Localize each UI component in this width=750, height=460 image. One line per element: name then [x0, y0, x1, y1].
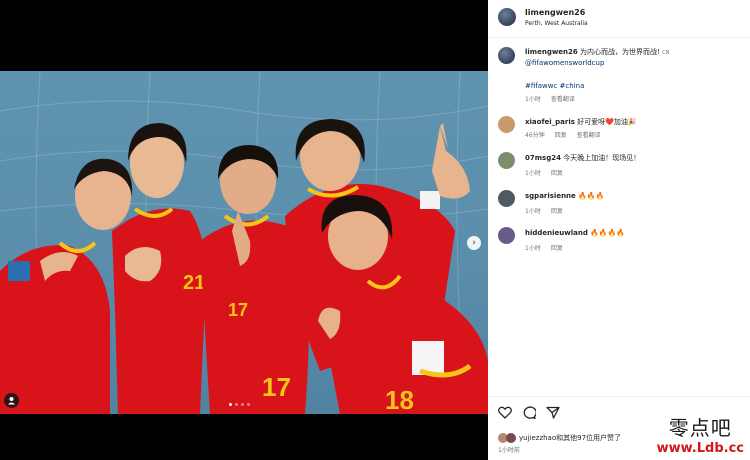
carousel-dot — [241, 403, 244, 406]
comment-username[interactable]: hiddenieuwland — [525, 229, 588, 237]
comment-text: 今天晚上加油！现场见！ — [563, 154, 641, 162]
carousel-dot — [247, 403, 250, 406]
comment-time: 1小时 — [525, 245, 541, 252]
reply-link[interactable]: 回复 — [555, 130, 567, 139]
see-translation-link[interactable]: 查看翻译 — [577, 130, 601, 139]
comment-meta: 1小时 回复 — [525, 243, 563, 252]
caption-text-block: limengwen26 为内心而战，为世界而战! CN @fifawomensw… — [525, 47, 740, 68]
comment-text: 🔥🔥🔥 — [578, 192, 605, 200]
svg-text:17: 17 — [262, 372, 291, 402]
svg-text:17: 17 — [228, 300, 248, 320]
reply-link[interactable]: 回复 — [551, 206, 563, 215]
reply-link[interactable]: 回复 — [551, 168, 563, 177]
player-1 — [0, 158, 133, 414]
comment-meta: 46分钟 回复 查看翻译 — [525, 130, 601, 139]
reply-link[interactable]: 回复 — [551, 243, 563, 252]
watermark-cn: 零点吧 — [668, 416, 732, 440]
comment-text: 🔥🔥🔥🔥 — [590, 229, 625, 237]
comment-username[interactable]: sgparisienne — [525, 192, 576, 200]
svg-text:18: 18 — [385, 385, 414, 414]
caption-time: 1小时 — [525, 96, 541, 103]
comment-icon[interactable] — [522, 406, 536, 419]
comment-meta: 1小时 回复 — [525, 206, 563, 215]
likes-summary[interactable]: yujiezzhao和其他97位用户赞了 — [498, 433, 621, 443]
comment-text-block: 07msg24 今天晚上加油！现场见！ — [525, 153, 740, 163]
post-username[interactable]: limengwen26 — [525, 8, 585, 17]
carousel-indicator — [229, 403, 250, 406]
comment-meta: 1小时 回复 — [525, 168, 563, 177]
caption-lang: CN — [662, 50, 670, 56]
avatar[interactable] — [498, 116, 515, 133]
comment-time: 1小时 — [525, 208, 541, 215]
comment-text-block: sgparisienne 🔥🔥🔥 — [525, 191, 740, 201]
comment-text: 好可爱呀❤️加油🎉 — [577, 118, 637, 126]
caption-text: 为内心而战，为世界而战! — [580, 48, 660, 56]
post-header: limengwen26 Perth, West Australia — [488, 0, 750, 38]
post-location[interactable]: Perth, West Australia — [525, 20, 588, 27]
comment-time: 1小时 — [525, 170, 541, 177]
share-icon[interactable] — [546, 406, 560, 419]
action-icons — [498, 406, 560, 419]
avatar[interactable] — [498, 152, 515, 169]
caption-meta: 1小时 查看翻译 — [525, 94, 575, 103]
post-photo[interactable]: 21 17 17 18 — [0, 71, 488, 414]
carousel-dot — [235, 403, 238, 406]
avatar[interactable] — [498, 190, 515, 207]
carousel-dot — [229, 403, 232, 406]
avatar[interactable] — [498, 47, 515, 64]
post-detail-panel: limengwen26 Perth, West Australia limeng… — [488, 0, 750, 460]
player-2: 21 — [112, 123, 206, 414]
user-tag-icon[interactable] — [4, 393, 19, 408]
chevron-right-icon[interactable]: › — [467, 236, 481, 250]
post-media: 21 17 17 18 › — [0, 0, 488, 460]
likes-text: yujiezzhao和其他97位用户赞了 — [519, 434, 622, 442]
see-translation-link[interactable]: 查看翻译 — [551, 94, 575, 103]
team-photo-illustration: 21 17 17 18 — [0, 71, 488, 414]
caption-hashtags[interactable]: #fifawwc #china — [525, 81, 740, 91]
heart-icon[interactable] — [498, 406, 512, 419]
avatar — [506, 433, 516, 443]
caption-mention[interactable]: @fifawomensworldcup — [525, 59, 604, 67]
avatar[interactable] — [498, 227, 515, 244]
caption-username[interactable]: limengwen26 — [525, 48, 578, 56]
comment-username[interactable]: 07msg24 — [525, 154, 561, 162]
comment-time: 46分钟 — [525, 132, 545, 139]
watermark-url: www.Ldb.cc — [656, 441, 744, 456]
avatar[interactable] — [498, 8, 516, 26]
comment-text-block: hiddenieuwland 🔥🔥🔥🔥 — [525, 228, 740, 238]
comment-text-block: xiaofei_paris 好可爱呀❤️加油🎉 — [525, 117, 740, 127]
post-time: 1小时前 — [498, 447, 520, 454]
comment-username[interactable]: xiaofei_paris — [525, 118, 575, 126]
site-watermark: 零点吧 www.Ldb.cc — [657, 412, 744, 456]
